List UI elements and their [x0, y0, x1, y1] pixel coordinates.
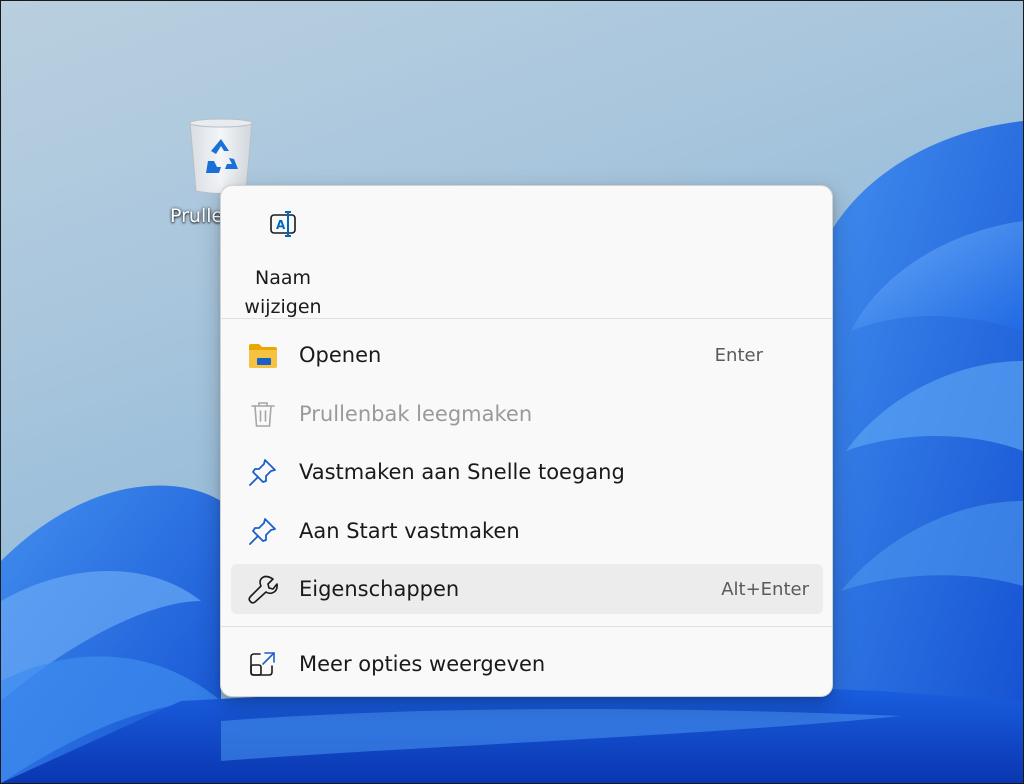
menu-item-label: Openen	[299, 343, 382, 367]
menu-item-shortcut: Enter	[714, 345, 763, 366]
desktop: Prullenbak A Naam wijzigen Openen Enter	[0, 0, 1024, 784]
menu-item-openen[interactable]: Openen Enter	[231, 330, 823, 380]
menu-item-label: Vastmaken aan Snelle toegang	[299, 460, 625, 484]
menu-item-meer-opties-weergeven[interactable]: Meer opties weergeven	[231, 639, 823, 689]
pin-icon	[249, 518, 276, 545]
pin-icon	[249, 459, 276, 486]
menu-item-prullenbak-leegmaken[interactable]: Prullenbak leegmaken	[231, 389, 823, 439]
menu-item-label: Meer opties weergeven	[299, 652, 546, 676]
menu-item-aan-start-vastmaken[interactable]: Aan Start vastmaken	[231, 506, 823, 556]
menu-item-label: Aan Start vastmaken	[299, 519, 520, 543]
rename-label: Naam wijzigen	[244, 267, 322, 318]
context-menu: A Naam wijzigen Openen Enter Prullenbak …	[220, 185, 833, 697]
menu-item-label: Prullenbak leegmaken	[299, 402, 533, 426]
menu-item-eigenschappen[interactable]: Eigenschappen Alt+Enter	[231, 564, 823, 614]
open-external-icon	[250, 652, 275, 676]
separator-top	[221, 318, 832, 319]
folder-icon	[249, 344, 277, 368]
svg-text:A: A	[276, 218, 286, 232]
wrench-icon	[248, 575, 278, 604]
menu-item-shortcut: Alt+Enter	[721, 579, 809, 600]
trash-icon	[251, 402, 275, 427]
separator-bottom	[221, 626, 832, 627]
menu-item-vastmaken-snelle-toegang[interactable]: Vastmaken aan Snelle toegang	[231, 447, 823, 497]
menu-item-label: Eigenschappen	[299, 577, 460, 601]
rename-button[interactable]: A Naam wijzigen	[229, 196, 337, 318]
rename-icon: A	[270, 211, 296, 237]
